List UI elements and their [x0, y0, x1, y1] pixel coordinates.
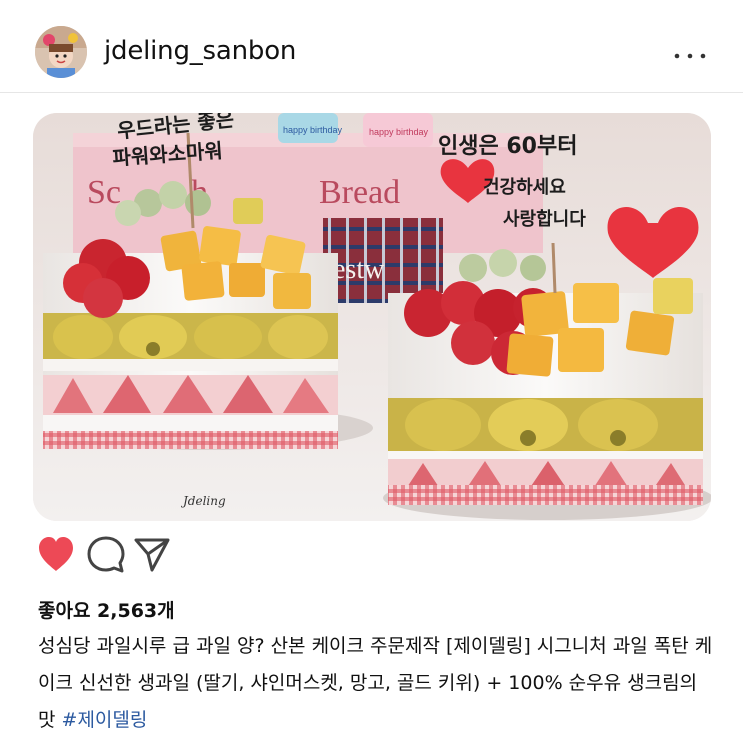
sign-right: happy birthday	[369, 127, 429, 137]
more-options-icon[interactable]	[672, 46, 708, 66]
cake-photo: Sc h Bread estw happy birthday happy bir…	[33, 113, 711, 521]
box-text: Bread	[319, 174, 400, 211]
username[interactable]: jdeling_sanbon	[104, 36, 296, 66]
heart-icon[interactable]	[35, 534, 77, 576]
likes-count[interactable]: 좋아요 2,563개	[38, 596, 175, 623]
send-icon[interactable]	[132, 534, 172, 576]
post-header: jdeling_sanbon	[0, 0, 743, 96]
box-text-partial: Sc	[87, 174, 121, 211]
post-caption: 성심당 과일시루 급 과일 양? 산본 케이크 주문제작 [제이델링] 시그니처…	[38, 628, 718, 739]
profile-avatar[interactable]	[35, 26, 87, 78]
header-divider	[0, 92, 743, 93]
post-photo[interactable]: Sc h Bread estw happy birthday happy bir…	[33, 113, 711, 521]
tin-text: estw	[333, 254, 385, 285]
avatar-image	[35, 26, 87, 78]
topper-right-line2: 건강하세요	[483, 177, 566, 198]
comment-icon[interactable]	[86, 534, 126, 576]
sign-left: happy birthday	[283, 125, 343, 135]
topper-right-line1: 인생은 60부터	[438, 134, 577, 159]
action-bar	[0, 534, 743, 584]
plate-text: Jdeling	[180, 494, 226, 508]
topper-right-line3: 사랑합니다	[503, 208, 586, 230]
hashtag-link[interactable]: #제이델링	[62, 709, 148, 731]
